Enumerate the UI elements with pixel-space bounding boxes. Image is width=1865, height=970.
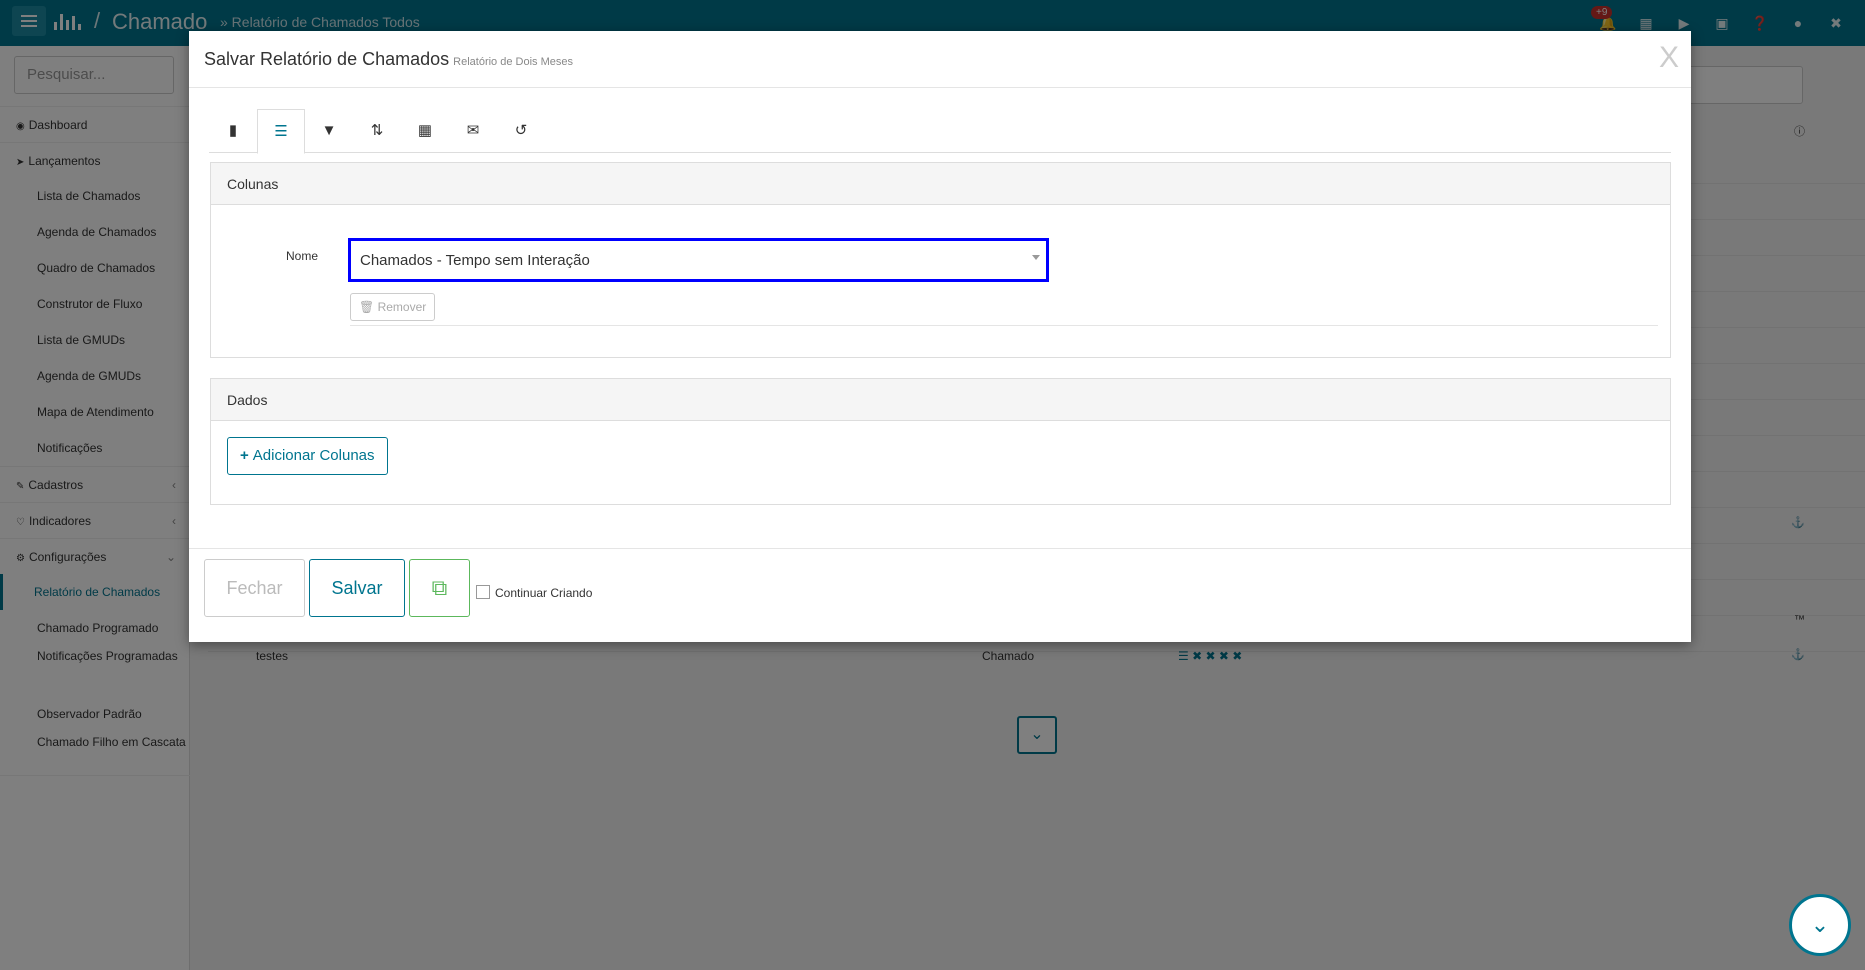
save-report-modal: Salvar Relatório de Chamados Relatório de… [189,31,1691,642]
calendar-icon[interactable]: ▦ [401,109,449,153]
save-button[interactable]: Salvar [309,559,405,617]
columns-panel: Colunas Nome Chamados - Tempo sem Intera… [210,162,1671,358]
name-label: Nome [286,249,319,263]
column-name-select[interactable]: Chamados - Tempo sem Interação [348,238,1049,282]
continue-creating-checkbox[interactable] [476,585,490,599]
data-panel: Dados + Adicionar Colunas [210,378,1671,505]
modal-header: Salvar Relatório de Chamados Relatório de… [189,31,1691,88]
modal-tabs: ▮ ☰ ▼ ⇅ ▦ ✉ ↺ [209,109,1671,154]
plus-icon: + [240,447,249,464]
data-panel-heading: Dados [211,379,1670,421]
filter-icon[interactable]: ▼ [305,109,353,153]
scroll-fab-button[interactable]: ⌄ [1789,894,1851,956]
close-button[interactable]: Fechar [204,559,305,617]
divider [350,325,1658,326]
list-icon[interactable]: ☰ [257,109,305,154]
sort-icon[interactable]: ⇅ [353,109,401,153]
envelope-icon[interactable]: ✉ [449,109,497,153]
columns-panel-heading: Colunas [211,163,1670,205]
book-icon[interactable]: ▮ [209,109,257,153]
close-icon[interactable]: X [1659,41,1679,75]
history-icon[interactable]: ↺ [497,109,545,153]
add-columns-button[interactable]: + Adicionar Colunas [227,437,388,475]
caret-down-icon [1032,255,1040,260]
remove-button[interactable]: 🗑 Remover [350,293,436,321]
modal-subtitle: Relatório de Dois Meses [453,56,573,68]
continue-creating-label[interactable]: Continuar Criando [495,586,592,600]
copy-icon[interactable]: ⧉ [409,559,470,617]
modal-footer: Fechar Salvar ⧉ Continuar Criando [189,548,1691,642]
modal-title: Salvar Relatório de Chamados Relatório de… [204,49,573,69]
trash-icon: 🗑 [359,300,375,314]
